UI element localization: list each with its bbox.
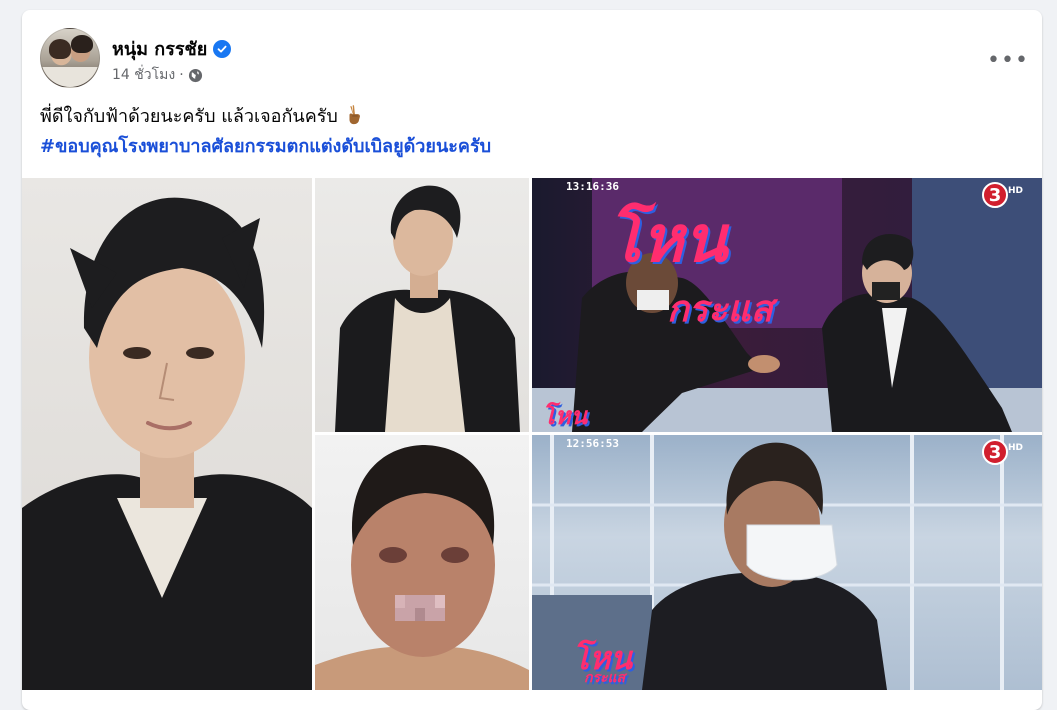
channel-hd-label: HD	[1008, 186, 1024, 196]
show-logo-main-top: โหน	[607, 203, 728, 277]
channel-3-number-bottom: 3	[982, 439, 1008, 465]
more-options-icon: •••	[987, 47, 1029, 73]
portrait-halfbody-image	[335, 185, 520, 432]
portrait-large-image	[22, 197, 312, 690]
post-message: พี่ดีใจกับฟ้าด้วยนะครับ แล้วเจอกันครับ	[40, 106, 338, 127]
show-logo-corner-top: โหน	[542, 402, 588, 430]
victory-hand-icon	[344, 104, 366, 126]
photo-patient-closeup[interactable]	[315, 435, 529, 690]
author-name[interactable]: หนุ่ม กรรชัย	[112, 34, 207, 63]
avatar-shirt	[41, 67, 99, 87]
globe-icon[interactable]	[188, 68, 203, 83]
show-logo-sub-bottom: กระแส	[584, 670, 626, 686]
show-logo-sub-top: กระแส	[667, 289, 773, 330]
verified-badge-icon	[213, 39, 232, 58]
photo-tv-patient[interactable]: 12:56:53 โหน กระแส 3 HD	[532, 435, 1042, 690]
post-time[interactable]: 14 ชั่วโมง	[112, 64, 175, 86]
photo-grid: 13:16:36 โหน กระแส โหน 3 HD 12:56:53 โหน…	[22, 178, 1042, 698]
meta-separator: ·	[179, 67, 184, 83]
hashtag-link[interactable]: #ขอบคุณโรงพยาบาลศัลยกรรมตกแต่งดับเบิลยูด…	[40, 136, 491, 157]
more-options-button[interactable]: •••	[987, 42, 1029, 78]
post-body: พี่ดีใจกับฟ้าด้วยนะครับ แล้วเจอกันครับ #…	[40, 102, 491, 162]
post-text-line: พี่ดีใจกับฟ้าด้วยนะครับ แล้วเจอกันครับ	[40, 102, 491, 132]
channel-3-number: 3	[982, 182, 1008, 208]
avatar-figure-right	[71, 35, 93, 53]
author-avatar[interactable]	[40, 28, 100, 88]
channel-3-logo-top: 3 HD	[982, 182, 1024, 208]
patient-closeup-image	[315, 445, 529, 690]
post-meta: 14 ชั่วโมง ·	[112, 64, 203, 86]
channel-hd-label-bottom: HD	[1008, 443, 1024, 453]
post-hashtag-line: #ขอบคุณโรงพยาบาลศัลยกรรมตกแต่งดับเบิลยูด…	[40, 132, 491, 162]
post-header: หนุ่ม กรรชัย 14 ชั่วโมง · •••	[40, 28, 1029, 88]
photo-portrait-large[interactable]	[22, 178, 312, 690]
author-name-row: หนุ่ม กรรชัย	[112, 34, 232, 63]
photo-tv-handshake[interactable]: 13:16:36 โหน กระแส โหน 3 HD	[532, 178, 1042, 432]
avatar-figure-left	[49, 39, 71, 59]
channel-3-logo-bottom: 3 HD	[982, 439, 1024, 465]
photo-portrait-halfbody[interactable]	[315, 178, 529, 432]
tv-timestamp-bottom: 12:56:53	[566, 437, 619, 450]
post-card: หนุ่ม กรรชัย 14 ชั่วโมง · ••• พี่ดีใจกับ…	[22, 10, 1042, 710]
